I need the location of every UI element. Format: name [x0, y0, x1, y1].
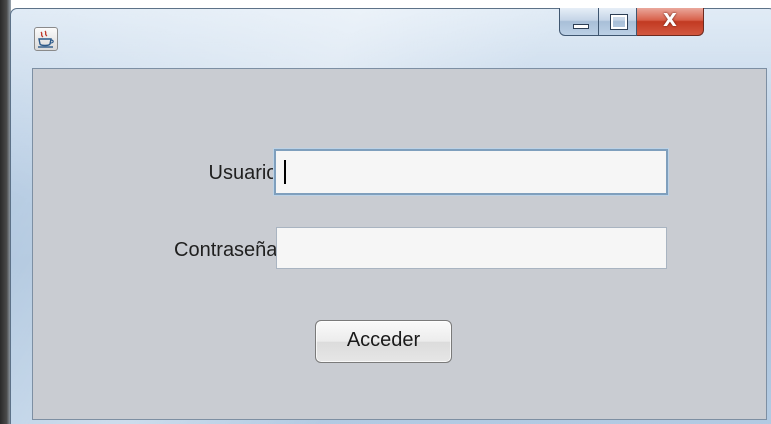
java-coffee-cup-icon-graphic — [38, 30, 54, 48]
close-button[interactable]: X — [637, 8, 704, 36]
minimize-button[interactable] — [559, 8, 599, 36]
username-label: Usuario: — [208, 162, 283, 184]
minimize-icon — [573, 24, 589, 29]
login-form-panel: Usuario: Contraseña: Acceder — [32, 68, 767, 420]
login-window: X Usuario: Contraseña: Acceder — [10, 8, 771, 424]
window-caption-buttons: X — [559, 8, 704, 39]
password-label: Contraseña: — [174, 239, 283, 261]
maximize-button[interactable] — [599, 8, 637, 36]
desktop-screenshot: X Usuario: Contraseña: Acceder — [0, 0, 771, 424]
acceder-button[interactable]: Acceder — [315, 320, 452, 363]
java-coffee-cup-icon[interactable] — [34, 27, 58, 51]
password-field[interactable] — [276, 227, 667, 269]
username-field[interactable] — [274, 149, 668, 195]
text-caret — [284, 160, 286, 184]
maximize-icon — [610, 14, 628, 30]
close-icon: X — [663, 10, 677, 31]
